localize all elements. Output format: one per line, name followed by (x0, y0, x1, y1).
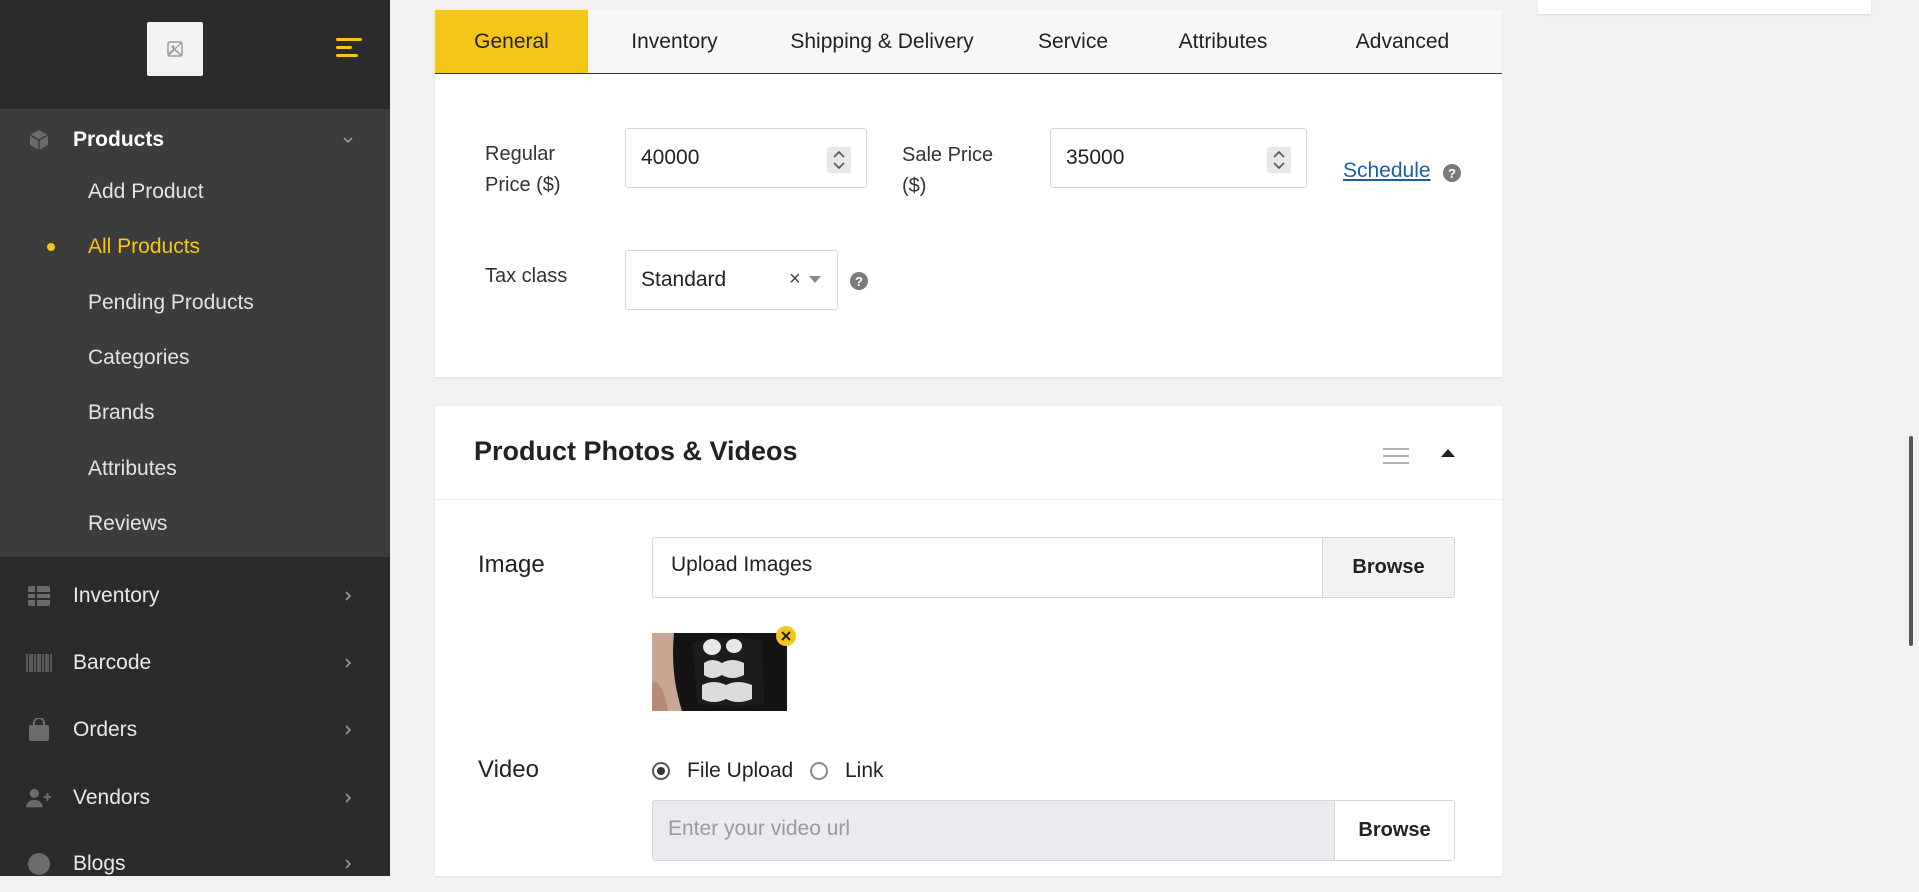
tab-shipping-delivery[interactable]: Shipping & Delivery (761, 10, 1003, 73)
menu-toggle-button[interactable] (336, 38, 362, 60)
products-section: Products Add Product All Products Pendin… (0, 109, 390, 557)
blog-icon (26, 851, 52, 877)
sidebar-subitem-add-product[interactable]: Add Product (88, 180, 204, 204)
regular-price-label-line: Price ($) (485, 174, 561, 196)
tax-class-value: Standard (641, 268, 727, 291)
image-upload-field[interactable]: Upload Images Browse (652, 537, 1455, 598)
sidebar-subitem-all-products[interactable]: All Products (88, 235, 200, 259)
sidebar-item-inventory[interactable]: Inventory (0, 568, 390, 624)
sale-price-label-line: Sale Price (902, 144, 994, 166)
sidebar-item-label: Orders (73, 718, 138, 741)
close-icon (781, 631, 791, 641)
section-title: Product Photos & Videos (474, 436, 798, 466)
video-browse-button[interactable]: Browse (1334, 801, 1454, 860)
sidebar-item-label: Products (73, 128, 165, 151)
sidebar: Products Add Product All Products Pendin… (0, 0, 390, 876)
menu-line-icon (336, 46, 352, 49)
remove-image-button[interactable] (776, 626, 796, 646)
collapse-arrow-icon[interactable] (1441, 448, 1455, 458)
sidebar-subitem-attributes[interactable]: Attributes (88, 457, 177, 481)
chevron-down-icon (343, 137, 353, 144)
help-icon[interactable]: ? (1443, 164, 1461, 182)
sidebar-item-orders[interactable]: Orders (0, 702, 390, 758)
shopping-bag-icon (26, 717, 52, 743)
regular-price-value: 40000 (641, 146, 700, 169)
link-radio[interactable] (810, 762, 828, 780)
sidebar-subitem-brands[interactable]: Brands (88, 401, 155, 425)
sale-price-label-line: ($) (902, 175, 927, 197)
number-spinner[interactable] (827, 147, 851, 173)
clear-icon[interactable]: × (789, 268, 801, 291)
sidebar-item-label: Vendors (73, 786, 151, 809)
spinner-arrows-icon (833, 150, 845, 170)
browse-button[interactable]: Browse (1322, 538, 1454, 597)
product-image-thumbnail[interactable] (652, 633, 787, 711)
video-url-field[interactable]: Enter your video url Browse (652, 800, 1455, 861)
drag-handle-icon[interactable] (1383, 446, 1409, 466)
active-dot-icon (47, 243, 55, 251)
sale-price-value: 35000 (1066, 146, 1125, 169)
schedule-link[interactable]: Schedule (1343, 159, 1431, 183)
regular-price-input[interactable]: 40000 (625, 128, 867, 188)
user-plus-icon (26, 785, 52, 811)
tab-general[interactable]: General (435, 10, 588, 73)
sale-price-input[interactable]: 35000 (1050, 128, 1307, 188)
sidebar-item-label: Inventory (73, 584, 160, 607)
scrollbar-thumb[interactable] (1909, 436, 1913, 646)
sidebar-item-vendors[interactable]: Vendors (0, 770, 390, 826)
product-tabs: General Inventory Shipping & Delivery Se… (435, 10, 1502, 74)
sidebar-item-products[interactable]: Products (0, 112, 390, 168)
file-upload-label[interactable]: File Upload (687, 759, 793, 783)
sidebar-item-label: Barcode (73, 651, 152, 674)
help-icon[interactable]: ? (850, 272, 868, 290)
caret-down-icon (809, 276, 821, 283)
box-icon (26, 127, 52, 153)
sidebar-subitem-reviews[interactable]: Reviews (88, 512, 167, 536)
side-card (1538, 0, 1871, 14)
tax-class-select[interactable]: Standard × (625, 250, 838, 310)
tax-class-label: Tax class (485, 265, 568, 287)
menu-line-icon (336, 38, 362, 41)
video-url-input[interactable]: Enter your video url (668, 817, 850, 841)
sidebar-subitem-categories[interactable]: Categories (88, 346, 190, 370)
sidebar-item-barcode[interactable]: Barcode (0, 635, 390, 691)
image-label: Image (478, 551, 545, 578)
video-label: Video (478, 756, 539, 783)
number-spinner[interactable] (1267, 147, 1291, 173)
chevron-right-icon (345, 859, 352, 869)
logo[interactable] (147, 22, 203, 76)
image-placeholder-icon (167, 41, 183, 57)
regular-price-label-line: Regular (485, 143, 556, 165)
product-photo (652, 633, 787, 711)
chevron-right-icon (345, 793, 352, 803)
sale-price-label: Sale Price ($) (902, 140, 993, 202)
tab-attributes[interactable]: Attributes (1143, 10, 1303, 73)
barcode-icon (26, 650, 52, 676)
sidebar-item-blogs[interactable]: Blogs (0, 836, 390, 892)
tab-service[interactable]: Service (1003, 10, 1143, 73)
sidebar-item-label: Blogs (73, 852, 126, 875)
tab-advanced[interactable]: Advanced (1303, 10, 1502, 73)
menu-line-icon (336, 54, 358, 57)
chevron-right-icon (345, 658, 352, 668)
file-upload-radio[interactable] (652, 762, 670, 780)
regular-price-label: Regular Price ($) (485, 139, 561, 201)
card-divider (435, 499, 1502, 500)
grid-icon (26, 583, 52, 609)
chevron-right-icon (345, 725, 352, 735)
upload-images-text: Upload Images (671, 553, 813, 576)
logo-area (0, 0, 390, 109)
chevron-right-icon (345, 591, 352, 601)
sidebar-subitem-pending-products[interactable]: Pending Products (88, 291, 254, 315)
link-label[interactable]: Link (845, 759, 884, 783)
tab-inventory[interactable]: Inventory (588, 10, 761, 73)
spinner-arrows-icon (1273, 150, 1285, 170)
